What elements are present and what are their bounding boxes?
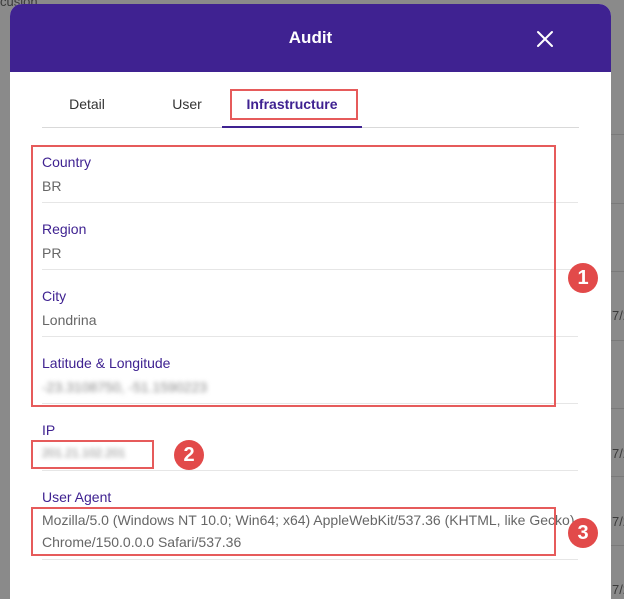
annotation-badge-3: 3	[568, 518, 598, 548]
ip-label: IP	[42, 422, 56, 438]
background-fragment: 7/2	[612, 446, 624, 461]
background-divider	[611, 408, 624, 409]
highlight-ip	[31, 440, 154, 469]
modal-title: Audit	[288, 28, 333, 47]
user-agent-label: User Agent	[42, 489, 112, 505]
background-divider	[611, 203, 624, 204]
highlight-location-group	[31, 145, 556, 407]
background-divider	[611, 476, 624, 477]
background-divider	[611, 134, 624, 135]
background-fragment: 7/2	[612, 582, 624, 597]
annotation-badge-2: 2	[174, 440, 204, 470]
close-button[interactable]	[534, 28, 556, 50]
highlight-infrastructure-tab	[230, 89, 358, 120]
highlight-user-agent	[31, 507, 556, 556]
background-divider	[611, 340, 624, 341]
tab-user[interactable]: User	[146, 85, 228, 128]
background-divider	[611, 545, 624, 546]
background-fragment: 7/2	[612, 308, 624, 323]
annotation-badge-1: 1	[568, 263, 598, 293]
divider	[42, 470, 578, 471]
modal-header: Audit	[10, 4, 611, 72]
background-divider	[611, 271, 624, 272]
divider	[42, 559, 578, 560]
background-fragment: 7/2	[612, 514, 624, 529]
close-icon	[537, 31, 553, 47]
tab-detail[interactable]: Detail	[46, 85, 128, 128]
